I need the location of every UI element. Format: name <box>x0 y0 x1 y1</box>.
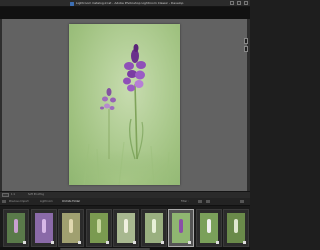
thumbnail-image <box>7 213 25 243</box>
edit-badge-icon <box>215 241 219 244</box>
crumb-previous-import[interactable]: Previous Import <box>9 200 29 203</box>
thumbnail-flower <box>69 219 73 233</box>
thumbnail-image <box>62 213 80 243</box>
thumb-2[interactable] <box>30 209 57 247</box>
thumbnail-flower <box>206 219 211 233</box>
thumb-4[interactable] <box>85 209 112 247</box>
filmstrip-header: Previous Import Lightroom Orchids Folder… <box>0 198 250 206</box>
thumb-1[interactable] <box>3 209 29 247</box>
minimize-button[interactable] <box>230 1 234 5</box>
soft-proofing-label[interactable]: Soft Proofing <box>28 193 44 197</box>
edit-badge-icon <box>105 241 109 244</box>
zoom-level[interactable]: 1:1 <box>11 193 15 197</box>
thumb-7[interactable] <box>168 209 194 247</box>
filmstrip-grid-icon[interactable] <box>2 200 6 203</box>
thumbnail-image <box>199 213 218 243</box>
thumb-8[interactable] <box>195 209 222 247</box>
small-orchid <box>100 88 116 110</box>
thumbnail-image <box>89 213 108 243</box>
crumb-source[interactable]: Lightroom <box>40 200 53 203</box>
thumbnail-flower <box>124 219 128 233</box>
right-panel-collapsed[interactable] <box>247 19 250 191</box>
crumb-folder[interactable]: Orchids Folder <box>62 200 80 203</box>
filmstrip-toggle-icon[interactable] <box>240 200 244 203</box>
maximize-button[interactable] <box>237 1 241 5</box>
close-button[interactable] <box>244 1 248 5</box>
edit-badge-icon <box>188 241 191 244</box>
thumb-3[interactable] <box>58 209 84 247</box>
thumbnail-flower <box>151 219 156 233</box>
panel-toggle-icon[interactable] <box>244 38 248 44</box>
module-picker-strip <box>0 7 250 19</box>
edit-badge-icon <box>78 241 81 244</box>
thumbnail-image <box>117 213 135 243</box>
thumbnail-flower <box>14 219 18 233</box>
thumbnail-flower <box>234 219 238 233</box>
filter-dropdown[interactable] <box>198 200 202 203</box>
scrollbar-thumb[interactable] <box>60 247 150 250</box>
thumbnail-flower <box>41 219 46 233</box>
thumbnail-image <box>227 213 245 243</box>
edit-badge-icon <box>243 241 246 244</box>
edit-badge-icon <box>23 241 26 244</box>
main-photo[interactable] <box>69 24 180 185</box>
view-mode-button[interactable] <box>2 193 9 197</box>
filter-label: Filter : <box>181 200 189 203</box>
window-titlebar: Lightroom Catalog.lrcat - Adobe Photosho… <box>0 0 250 7</box>
thumb-9[interactable] <box>223 209 249 247</box>
lightroom-icon <box>70 1 74 6</box>
edit-badge-icon <box>160 241 164 244</box>
filmstrip <box>0 206 250 250</box>
edit-badge-icon <box>50 241 54 244</box>
thumbnail-flower <box>96 219 101 233</box>
loupe-toolbar: 1:1 Soft Proofing <box>0 191 250 198</box>
thumbnail-image <box>172 213 190 243</box>
thumbnail-flower <box>179 219 183 233</box>
thumbnail-image <box>34 213 53 243</box>
edit-badge-icon <box>133 241 136 244</box>
thumb-5[interactable] <box>113 209 139 247</box>
window-controls <box>230 1 248 5</box>
orchid-photo-svg <box>69 44 180 185</box>
thumbnail-image <box>144 213 163 243</box>
thumb-6[interactable] <box>140 209 167 247</box>
filter-lock-icon[interactable] <box>206 200 210 203</box>
panel-toggle-icon-2[interactable] <box>244 46 248 52</box>
window-title: Lightroom Catalog.lrcat - Adobe Photosho… <box>76 1 184 5</box>
